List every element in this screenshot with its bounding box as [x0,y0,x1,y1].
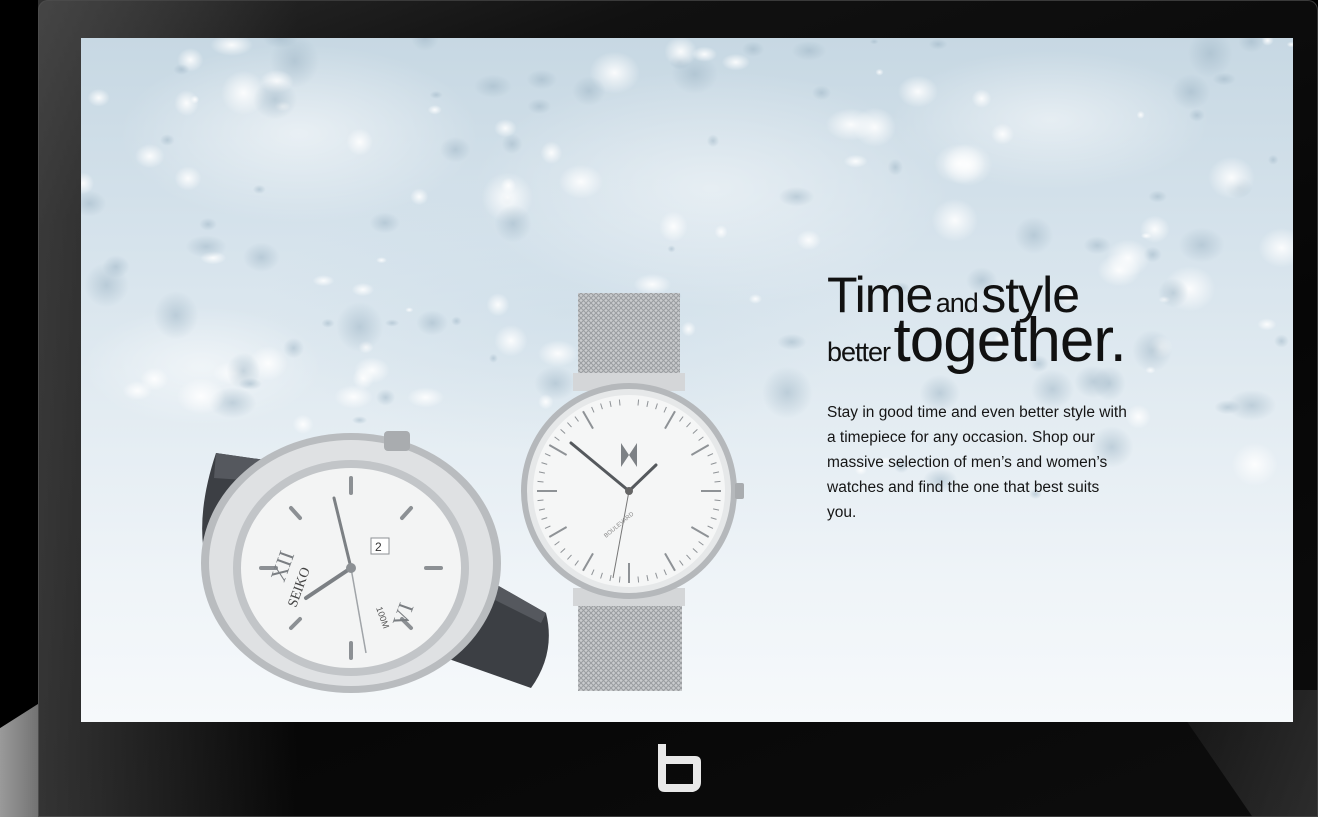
tv-screen: XII VI 2 SEIKO 100M BOULEVARD Time and s… [81,38,1293,722]
mesh-watch-image: BOULEVARD [521,293,744,691]
headline-better: better [827,337,891,367]
headline: Time and style better together. [827,270,1127,375]
body-copy: Stay in good time and even better style … [827,404,1127,521]
brand-logo-icon [658,744,701,792]
date-window: 2 [375,540,382,554]
headline-together: together. [893,306,1127,375]
seiko-watch-image: XII VI 2 SEIKO 100M [201,431,549,693]
